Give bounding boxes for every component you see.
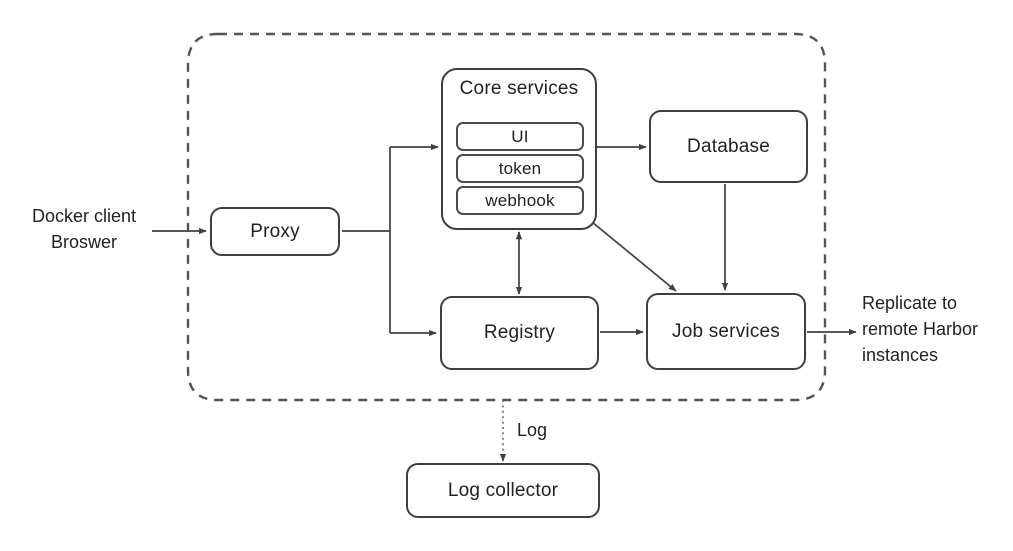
log-edge-label: Log <box>515 420 550 441</box>
node-job-services[interactable]: Job services <box>646 293 806 370</box>
node-core-ui[interactable]: UI <box>456 122 584 151</box>
node-proxy[interactable]: Proxy <box>210 207 340 256</box>
core-services-title: Core services <box>459 78 579 99</box>
node-core-services[interactable]: Core services UI token webhook <box>441 68 597 230</box>
replicate-label: Replicate to remote Harbor instances <box>862 293 979 365</box>
node-core-token[interactable]: token <box>456 154 584 183</box>
docker-client-label: Docker client Broswer <box>31 206 137 252</box>
edge-core-to-jobservices <box>591 221 677 292</box>
node-log-collector[interactable]: Log collector <box>406 463 600 518</box>
node-core-webhook[interactable]: webhook <box>456 186 584 215</box>
diagram-canvas: Docker client Broswer Proxy Core service… <box>0 0 1013 551</box>
node-registry[interactable]: Registry <box>440 296 599 370</box>
node-database[interactable]: Database <box>649 110 808 183</box>
